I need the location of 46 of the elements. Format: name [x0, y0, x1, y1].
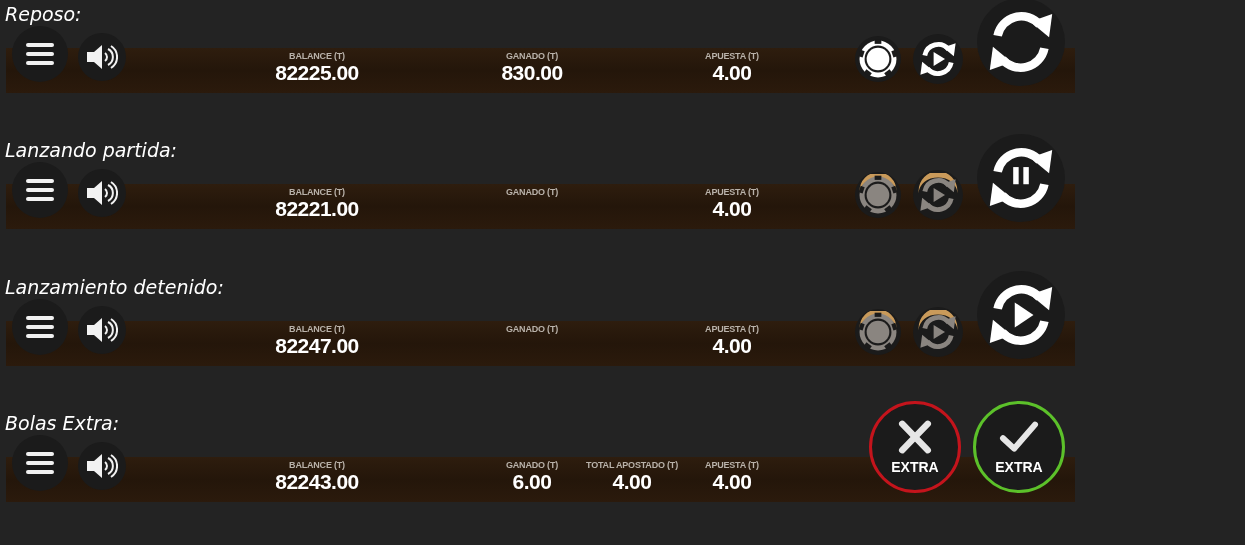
stat-value: 82221.00 [275, 197, 359, 222]
menu-icon [25, 314, 55, 339]
stat-value: 82247.00 [275, 333, 359, 358]
sound-button[interactable] [78, 305, 126, 354]
sound-button[interactable] [78, 33, 126, 81]
stat-label: GANADO (T) [506, 323, 558, 334]
menu-icon [25, 450, 55, 475]
stat-label: GANADO (T) [506, 459, 558, 470]
autoplay-button[interactable] [913, 34, 963, 84]
stat-value: 4.00 [712, 333, 752, 358]
stat-value: 4.00 [712, 197, 752, 222]
stat-value: 82225.00 [275, 61, 359, 85]
stat-label: TOTAL APOSTADO (T) [586, 459, 678, 470]
menu-icon [25, 42, 55, 66]
state-caption: Lanzando partida: [4, 138, 177, 164]
stat-label: BALANCE (T) [289, 323, 345, 334]
state-caption: Bolas Extra: [4, 410, 120, 436]
stat-value: 82243.00 [275, 469, 359, 494]
stat-value: 4.00 [712, 469, 752, 494]
stat-value: 4.00 [612, 469, 652, 494]
confirm-extra-button[interactable]: EXTRA [973, 400, 1065, 493]
stat-label: APUESTA (T) [705, 459, 759, 470]
stat-label: APUESTA (T) [705, 187, 759, 198]
stat-label: GANADO (T) [506, 187, 558, 198]
speaker-icon [86, 44, 118, 70]
speaker-icon [86, 180, 118, 207]
chip-icon [857, 38, 899, 80]
cancel-extra-button[interactable]: EXTRA [869, 400, 961, 493]
sound-button[interactable] [78, 169, 126, 218]
stat-label: BALANCE (T) [289, 187, 345, 198]
stat-value: 6.00 [512, 469, 552, 494]
chip-button[interactable] [855, 36, 901, 82]
speaker-icon [86, 452, 118, 479]
stat-label: GANADO (T) [506, 51, 558, 61]
stat-label: APUESTA (T) [705, 323, 759, 334]
menu-icon [25, 178, 55, 203]
chip-icon [857, 310, 899, 353]
sound-button[interactable] [78, 441, 126, 490]
state-caption: Lanzamiento detenido: [4, 274, 224, 300]
speaker-icon [86, 316, 118, 343]
stat-value: 4.00 [712, 61, 752, 85]
stat-label: BALANCE (T) [289, 51, 345, 61]
stat-value: 830.00 [501, 61, 563, 85]
stat-label: APUESTA (T) [705, 51, 759, 61]
stat-label: BALANCE (T) [289, 459, 345, 470]
state-caption: Reposo: [4, 2, 82, 27]
